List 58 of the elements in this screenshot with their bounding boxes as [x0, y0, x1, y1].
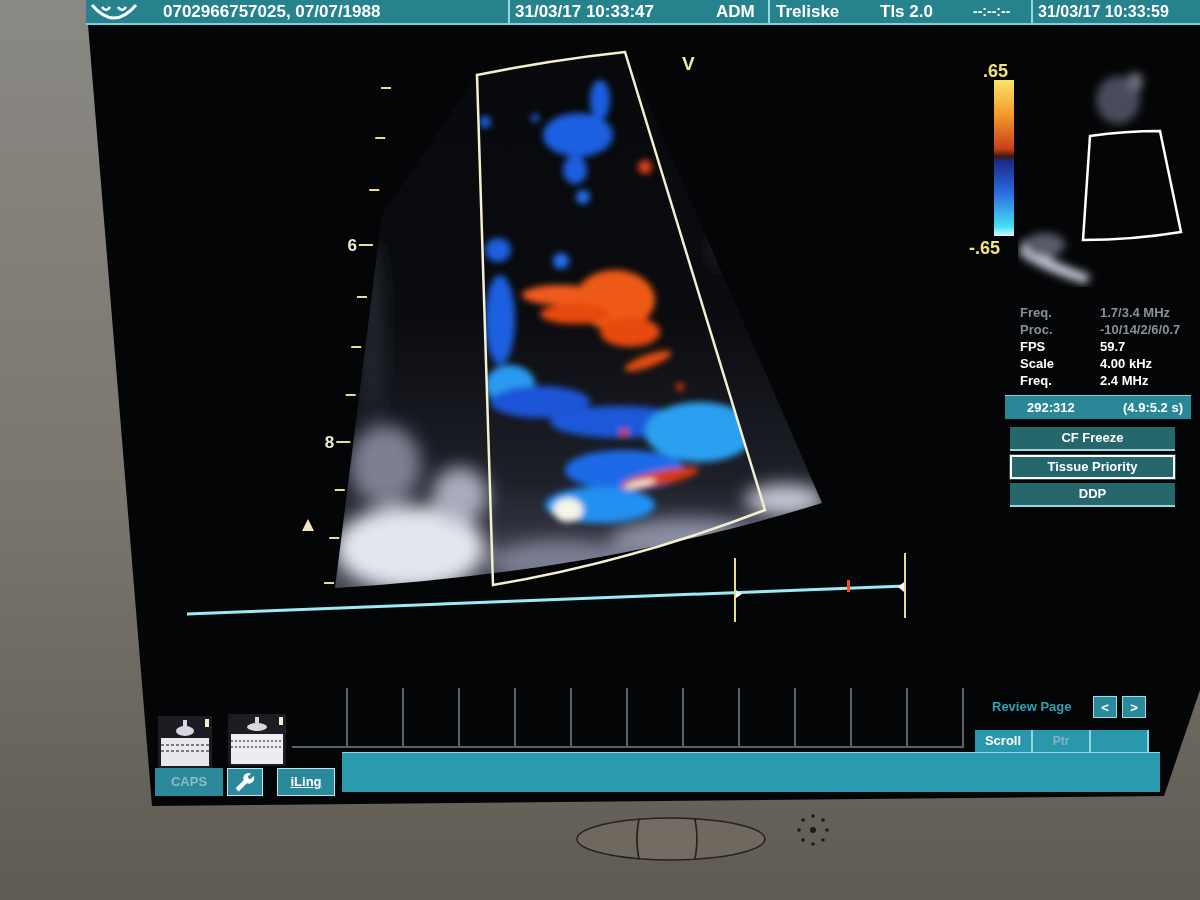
operator-text: ADM	[716, 0, 756, 23]
cine-range-marker	[734, 558, 742, 622]
acquisition-time: 31/03/17 10:33:47	[515, 0, 655, 23]
mode-button[interactable]: Tissue Priority	[1010, 455, 1175, 479]
patient-id-text: 0702966757025, 07/07/1988	[163, 0, 382, 23]
wrench-button[interactable]	[227, 768, 263, 796]
scale-max-label: .65	[983, 60, 1009, 83]
parameter-value: 59.7	[1100, 337, 1126, 356]
previous-page-button[interactable]: <	[1093, 696, 1117, 718]
empty-clip-slot	[572, 688, 628, 748]
parameter-value: 1.7/3.4 MHz	[1100, 303, 1171, 322]
empty-clip-slot	[628, 688, 684, 748]
empty-clip-slot	[292, 688, 348, 748]
iling-button[interactable]: iLing	[277, 768, 335, 796]
parameter-label: Freq.	[1019, 371, 1053, 390]
timer-text: --:--:--	[973, 2, 1012, 21]
monitor-button[interactable]	[694, 817, 766, 861]
parameter-label: Scale	[1019, 354, 1055, 373]
caps-indicator: CAPS	[155, 768, 223, 796]
empty-clip-slot	[796, 688, 852, 748]
empty-clip-slot	[516, 688, 572, 748]
clip-thumbnail[interactable]	[228, 714, 286, 766]
empty-clip-slot	[348, 688, 404, 748]
empty-clip-slot	[908, 688, 964, 748]
tab[interactable]: Scroll	[975, 730, 1033, 752]
cine-position-marker	[847, 580, 850, 592]
empty-clip-slot	[460, 688, 516, 748]
focus-marker-icon	[302, 519, 314, 531]
parameter-label: FPS	[1019, 337, 1047, 356]
depth-label: 6	[347, 236, 357, 255]
parameter-label: Freq.	[1019, 303, 1053, 322]
empty-clip-slot	[852, 688, 908, 748]
speaker-grille-icon	[796, 813, 830, 847]
review-page-label: Review Page	[992, 698, 1073, 717]
parameter-value: -10/14/2/6/0.7	[1100, 320, 1181, 339]
time-range: (4.9:5.2 s)	[1123, 398, 1183, 417]
color-box-label: V	[682, 53, 695, 74]
parameter-value: 4.00 kHz	[1100, 354, 1153, 373]
parameter-label: Proc.	[1019, 320, 1054, 339]
empty-clip-slot	[740, 688, 796, 748]
blank-tab[interactable]	[1091, 730, 1149, 752]
scale-min-label: -.65	[969, 237, 1001, 260]
monitor-button[interactable]	[636, 817, 698, 861]
thermal-index-text: Tls 2.0	[880, 0, 934, 23]
clock-text: 31/03/17 10:33:59	[1038, 1, 1170, 22]
mode-button[interactable]: DDP	[1010, 483, 1175, 507]
institution-text: Treliske	[776, 0, 841, 23]
monitor-button[interactable]	[576, 818, 640, 860]
depth-label: 8	[324, 433, 335, 452]
parameter-value: 2.4 MHz	[1100, 371, 1149, 390]
empty-clip-slot	[404, 688, 460, 748]
cine-range-marker	[898, 553, 906, 618]
next-page-button[interactable]: >	[1122, 696, 1146, 718]
clip-thumbnail[interactable]	[158, 716, 212, 768]
frame-range: 292:312	[1027, 398, 1075, 417]
empty-clip-slot	[684, 688, 740, 748]
wrench-icon	[235, 772, 255, 792]
mode-button[interactable]: CF Freeze	[1010, 427, 1175, 451]
